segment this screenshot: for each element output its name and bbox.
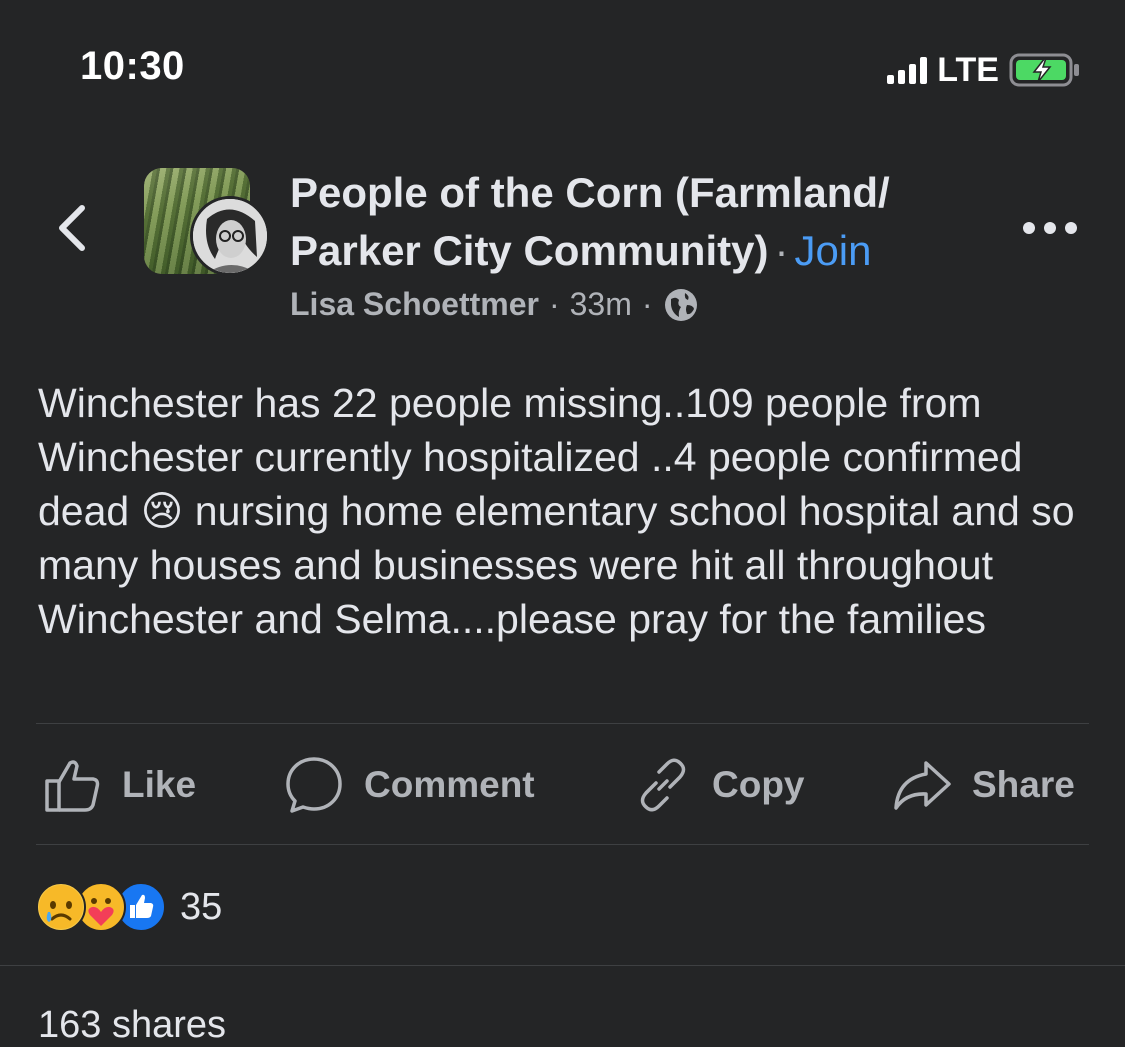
sad-reaction-icon [36, 882, 86, 932]
back-button[interactable] [46, 200, 96, 256]
reaction-count: 35 [180, 885, 223, 928]
network-type: LTE [937, 50, 999, 89]
meta-separator: · [548, 286, 560, 322]
reactions-summary[interactable]: 35 [36, 882, 222, 932]
post-time[interactable]: 33m [570, 286, 632, 323]
crying-face-emoji: 😢 [140, 488, 184, 534]
more-options-button[interactable] [1023, 216, 1077, 240]
author-avatar[interactable] [190, 196, 270, 276]
comment-bubble-icon [286, 757, 342, 813]
title-separator: · [774, 227, 789, 274]
cellular-signal-icon [887, 56, 928, 84]
link-icon [640, 758, 686, 812]
post-text-part-2: nursing home elementary school hospital … [38, 488, 1075, 642]
battery-charging-icon [1009, 53, 1081, 87]
author-name-link[interactable]: Lisa Schoettmer [290, 286, 539, 323]
divider [36, 723, 1089, 724]
like-button[interactable]: Like [42, 752, 196, 818]
section-divider [0, 965, 1125, 966]
post-text: Winchester has 22 people missing..109 pe… [38, 376, 1098, 646]
post-meta: Lisa Schoettmer · 33m · [290, 286, 699, 323]
post-header-title: People of the Corn (Farmland/ Parker Cit… [290, 164, 990, 280]
like-label: Like [122, 764, 197, 805]
status-indicators: LTE [887, 50, 1081, 90]
share-arrow-icon [894, 761, 951, 810]
globe-icon [664, 288, 697, 321]
comment-label: Comment [364, 764, 535, 805]
comment-button[interactable]: Comment [284, 752, 535, 818]
shares-count[interactable]: 163 shares [38, 1004, 226, 1047]
copy-label: Copy [712, 764, 805, 805]
chevron-left-icon [59, 205, 85, 251]
share-button[interactable]: Share [892, 752, 1075, 818]
join-group-link[interactable]: Join [794, 227, 871, 274]
divider [36, 844, 1089, 845]
thumbs-up-icon [45, 760, 100, 812]
more-horizontal-icon [1023, 222, 1035, 234]
status-time: 10:30 [80, 44, 185, 88]
copy-link-button[interactable]: Copy [634, 752, 805, 818]
share-label: Share [972, 764, 1075, 805]
meta-separator: · [641, 286, 653, 322]
